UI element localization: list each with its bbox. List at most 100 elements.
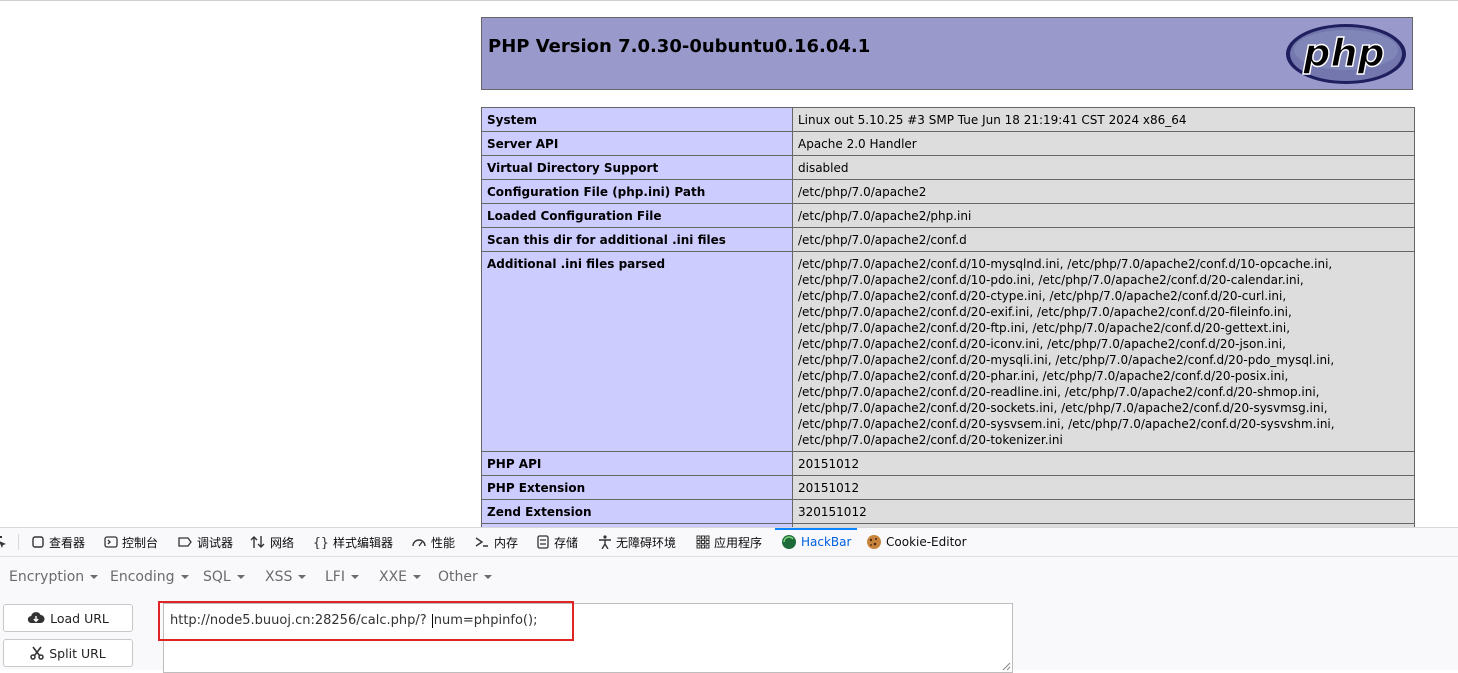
url-highlight-annotation	[158, 601, 574, 641]
chevron-down-icon	[298, 575, 307, 579]
row-value: /etc/php/7.0/apache2/php.ini	[792, 203, 1415, 228]
row-key: Additional .ini files parsed	[481, 251, 793, 452]
row-key: PHP Extension	[481, 475, 793, 500]
menu-xxe[interactable]: XXE	[379, 569, 422, 585]
menu-encryption[interactable]: Encryption	[9, 569, 99, 585]
tab-console[interactable]: 控制台	[104, 528, 158, 556]
row-key: Scan this dir for additional .ini files	[481, 227, 793, 252]
storage-icon	[537, 535, 549, 549]
tab-label: 控制台	[122, 535, 159, 550]
menu-label: Other	[438, 569, 478, 585]
tab-label: 性能	[431, 535, 456, 550]
table-row: Configuration File (php.ini) Path/etc/ph…	[481, 179, 1415, 204]
php-info-header: PHP Version 7.0.30-0ubuntu0.16.04.1 php	[481, 17, 1413, 90]
tab-label: 应用程序	[714, 535, 763, 550]
chevron-down-icon	[350, 575, 359, 579]
chevron-down-icon	[483, 575, 492, 579]
table-row: System Linux out 5.10.25 #3 SMP Tue Jun 1…	[481, 107, 1415, 132]
row-key: Server API	[481, 131, 793, 156]
menu-label: XXE	[379, 569, 408, 585]
tab-hackbar[interactable]: HackBar	[774, 528, 858, 556]
tab-storage[interactable]: 存储	[536, 528, 578, 556]
page-top-border	[0, 0, 1458, 1]
php-logo: php	[1286, 24, 1406, 84]
table-row: Additional .ini files parsed/etc/php/7.0…	[481, 251, 1415, 452]
menu-label: SQL	[203, 569, 231, 585]
inspector-icon	[32, 536, 44, 548]
table-row: PHP API 20151012	[481, 451, 1415, 476]
table-row: Virtual Directory Support disabled	[481, 155, 1415, 180]
tab-debugger[interactable]: 调试器	[177, 528, 233, 556]
chevron-down-icon	[180, 575, 189, 579]
row-value: Linux out 5.10.25 #3 SMP Tue Jun 18 21:1…	[792, 107, 1415, 132]
tab-cookie-editor[interactable]: Cookie-Editor	[866, 528, 967, 556]
svg-text:{}: {}	[313, 536, 329, 549]
row-key: PHP API	[481, 451, 793, 476]
chevron-down-icon	[90, 575, 99, 579]
row-value: 320151012	[792, 499, 1415, 524]
tab-label: 内存	[494, 535, 519, 550]
menu-xss[interactable]: XSS	[265, 569, 307, 585]
menu-lfi[interactable]: LFI	[325, 569, 359, 585]
menu-other[interactable]: Other	[438, 569, 492, 585]
pick-element-icon[interactable]	[0, 528, 12, 556]
tab-accessibility[interactable]: 无障碍环境	[598, 528, 676, 556]
table-row: Zend Extension 320151012	[481, 499, 1415, 524]
tab-performance[interactable]: 性能	[411, 528, 455, 556]
scissors-icon	[30, 646, 44, 660]
tab-memory[interactable]: 内存	[474, 528, 518, 556]
tab-inspector[interactable]: 查看器	[31, 528, 85, 556]
tab-label: 存储	[554, 535, 579, 550]
hackbar-icon	[782, 535, 796, 549]
cookie-icon	[867, 535, 881, 549]
split-url-label: Split URL	[49, 645, 106, 661]
memory-icon	[475, 537, 488, 547]
tab-separator	[18, 534, 19, 550]
php-info-table: System Linux out 5.10.25 #3 SMP Tue Jun 1…	[481, 107, 1415, 548]
tab-label: 无障碍环境	[616, 535, 677, 550]
cloud-download-icon	[27, 612, 45, 624]
row-key: Configuration File (php.ini) Path	[481, 179, 793, 204]
table-row: Server API Apache 2.0 Handler	[481, 131, 1415, 156]
tab-label: Cookie-Editor	[886, 535, 967, 549]
row-key: System	[481, 107, 793, 132]
console-icon	[104, 536, 118, 548]
tab-network[interactable]: 网络	[250, 528, 294, 556]
table-row: Scan this dir for additional .ini files /…	[481, 227, 1415, 252]
tab-application[interactable]: 应用程序	[696, 528, 762, 556]
tab-style-editor[interactable]: {} 样式编辑器	[313, 528, 393, 556]
menu-label: XSS	[265, 569, 293, 585]
table-row: Loaded Configuration File/etc/php/7.0/ap…	[481, 203, 1415, 228]
chevron-down-icon	[413, 575, 422, 579]
menu-label: Encryption	[9, 569, 85, 585]
debugger-icon	[178, 537, 192, 547]
table-row: PHP Extension 20151012	[481, 475, 1415, 500]
style-editor-icon: {}	[313, 536, 329, 549]
menu-sql[interactable]: SQL	[203, 569, 245, 585]
resize-grip-icon[interactable]	[1001, 661, 1011, 671]
load-url-button[interactable]: Load URL	[3, 604, 133, 632]
devtools-tabbar: 查看器 控制台 调试器 网络 {} 样式编辑器 性能 内存 存储 无障碍环境 应…	[0, 528, 1458, 557]
menu-label: LFI	[325, 569, 345, 585]
row-value: Apache 2.0 Handler	[792, 131, 1415, 156]
chevron-down-icon	[236, 575, 245, 579]
menu-label: Encoding	[110, 569, 175, 585]
load-url-label: Load URL	[50, 610, 109, 626]
hackbar-menu-bar: Encryption Encoding SQL XSS LFI XXE Othe…	[0, 557, 1458, 601]
row-key: Loaded Configuration File	[481, 203, 793, 228]
menu-encoding[interactable]: Encoding	[110, 569, 189, 585]
tab-label: 查看器	[49, 535, 86, 550]
split-url-button[interactable]: Split URL	[3, 639, 133, 667]
tab-label: 网络	[270, 535, 295, 550]
row-key: Virtual Directory Support	[481, 155, 793, 180]
row-value: 20151012	[792, 451, 1415, 476]
performance-icon	[412, 539, 426, 547]
application-icon	[696, 535, 710, 549]
tab-label: 样式编辑器	[333, 535, 394, 550]
row-value: /etc/php/7.0/apache2	[792, 179, 1415, 204]
network-icon	[250, 536, 265, 548]
accessibility-icon	[599, 535, 611, 549]
row-value: disabled	[792, 155, 1415, 180]
row-key: Zend Extension	[481, 499, 793, 524]
row-value: /etc/php/7.0/apache2/conf.d	[792, 227, 1415, 252]
